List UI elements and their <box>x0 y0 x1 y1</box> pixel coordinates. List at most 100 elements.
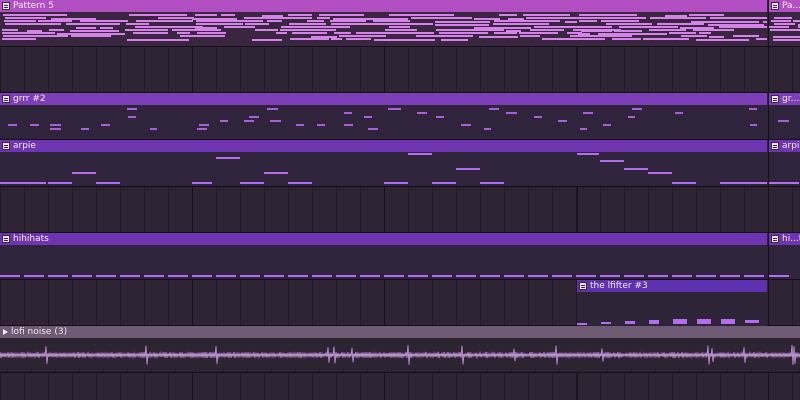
note <box>389 26 410 28</box>
clip-header[interactable]: gr...2 <box>769 93 800 105</box>
note <box>339 35 386 37</box>
note <box>336 275 356 277</box>
clip-arpie-next[interactable]: arpie <box>769 140 800 186</box>
clip-hihihats-next[interactable]: hi...ts <box>769 233 800 279</box>
note <box>552 275 572 277</box>
clip-header[interactable]: arpie <box>0 140 767 152</box>
note <box>624 168 648 170</box>
note <box>264 275 284 277</box>
note <box>2 38 36 40</box>
note <box>307 20 324 22</box>
pattern-clip-icon[interactable] <box>771 142 779 150</box>
note <box>144 275 164 277</box>
clip-the-lfifter-3[interactable]: the lfifter #3 <box>577 280 767 326</box>
note <box>276 32 287 34</box>
note <box>696 39 749 41</box>
note <box>493 23 549 25</box>
note <box>216 275 236 277</box>
clip-header[interactable]: the lfifter #3 <box>577 280 767 292</box>
note <box>408 275 428 277</box>
clip-hihihats[interactable]: hihihats <box>0 233 767 279</box>
note <box>24 275 44 277</box>
note <box>520 35 540 37</box>
note <box>245 23 269 25</box>
note <box>793 20 800 22</box>
note <box>192 182 212 184</box>
clip-notes <box>0 12 767 46</box>
note <box>100 27 113 29</box>
pattern-clip-icon[interactable] <box>771 2 779 10</box>
lane-separator <box>0 46 800 47</box>
clip-label: Pa...0 <box>782 1 800 11</box>
note <box>577 153 599 155</box>
note <box>436 29 504 31</box>
note <box>439 32 488 34</box>
clip-pattern-5-next[interactable]: Pa...0 <box>769 0 800 46</box>
clip-grrr-2[interactable]: grrr #2 <box>0 93 767 139</box>
pattern-clip-icon[interactable] <box>771 235 779 243</box>
pattern-clip-icon[interactable] <box>579 282 587 290</box>
note <box>290 38 329 40</box>
clip-pattern-5[interactable]: Pattern 5 <box>0 0 767 46</box>
note <box>5 17 46 19</box>
note <box>619 26 678 28</box>
pattern-clip-icon[interactable] <box>771 95 779 103</box>
clip-lofi-noise-3[interactable]: lofi noise (3) <box>0 326 800 372</box>
clip-header[interactable]: arpie <box>769 140 800 152</box>
note <box>769 182 799 184</box>
note <box>689 14 724 16</box>
clip-header[interactable]: hi...ts <box>769 233 800 245</box>
clip-label: lofi noise (3) <box>11 327 68 337</box>
clip-label: grrr #2 <box>13 94 46 104</box>
note <box>48 182 72 184</box>
note <box>128 116 136 118</box>
pattern-clip-icon[interactable] <box>2 142 10 150</box>
note <box>565 21 577 23</box>
note <box>600 160 624 162</box>
clip-header[interactable]: Pattern 5 <box>0 0 767 12</box>
note <box>244 120 254 122</box>
note <box>331 23 394 25</box>
note <box>220 120 228 122</box>
note <box>710 17 767 19</box>
note <box>606 23 652 25</box>
note <box>96 275 116 277</box>
pattern-clip-icon[interactable] <box>2 2 10 10</box>
note <box>435 24 489 26</box>
clip-header[interactable]: grrr #2 <box>0 93 767 105</box>
lane-separator <box>0 186 800 187</box>
note <box>2 29 18 31</box>
note <box>135 26 203 28</box>
pattern-clip-icon[interactable] <box>2 95 10 103</box>
note <box>494 32 517 34</box>
note <box>249 116 259 118</box>
note <box>456 275 476 277</box>
note <box>435 21 490 23</box>
note <box>192 275 212 277</box>
clip-notes <box>577 292 767 326</box>
note <box>696 275 716 277</box>
clip-grrr-2-next[interactable]: gr...2 <box>769 93 800 139</box>
note <box>579 14 637 16</box>
note <box>624 275 644 277</box>
note <box>270 120 281 122</box>
clip-header[interactable]: lofi noise (3) <box>0 326 800 338</box>
clip-header[interactable]: hihihats <box>0 233 767 245</box>
note <box>224 26 255 28</box>
note <box>288 14 312 16</box>
pattern-clip-icon[interactable] <box>2 235 10 243</box>
note <box>344 124 353 126</box>
note <box>669 32 696 34</box>
note <box>601 322 611 324</box>
clip-arpie[interactable]: arpie <box>0 140 767 186</box>
note <box>177 32 190 34</box>
note <box>49 29 64 31</box>
note <box>3 35 68 37</box>
note <box>580 128 587 130</box>
audio-clip-icon[interactable] <box>3 329 8 335</box>
note <box>389 39 435 41</box>
clip-header[interactable]: Pa...0 <box>769 0 800 12</box>
note <box>625 321 635 324</box>
note <box>70 30 119 32</box>
note <box>50 128 61 130</box>
